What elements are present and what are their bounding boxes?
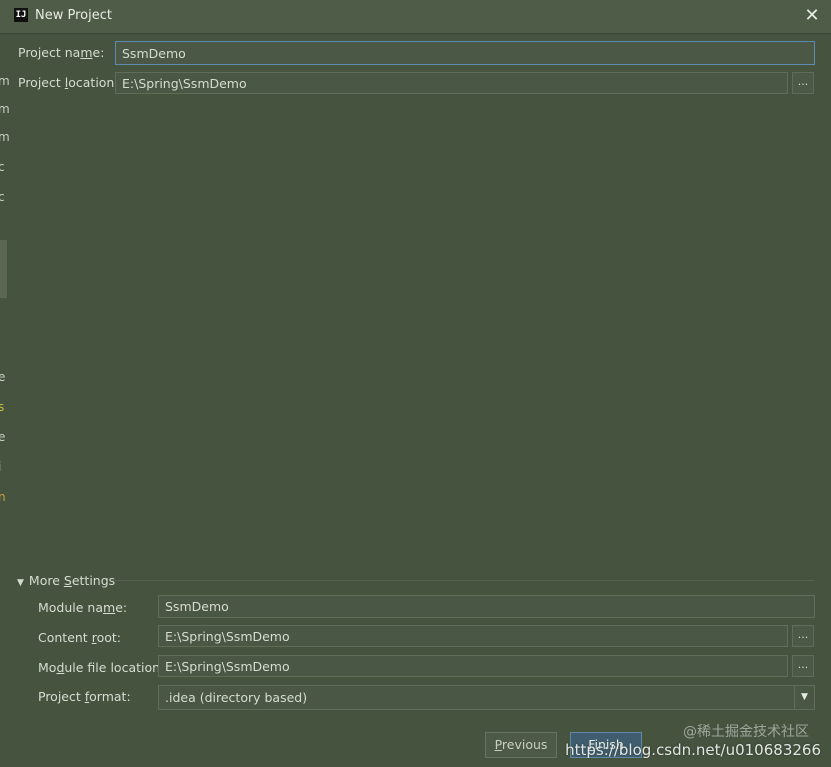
background-text: m	[0, 130, 10, 144]
content-root-label: Content root:	[38, 630, 121, 645]
project-format-value: .idea (directory based)	[165, 690, 308, 705]
module-name-input[interactable]	[158, 595, 815, 618]
more-settings-toggle[interactable]: ▼ More Settings	[17, 573, 115, 588]
project-name-input[interactable]	[115, 41, 815, 65]
background-text: m	[0, 102, 10, 116]
module-file-location-input[interactable]	[158, 655, 788, 677]
collapse-triangle-icon: ▼	[17, 578, 24, 588]
project-name-label: Project name:	[18, 45, 105, 60]
more-settings-divider	[112, 580, 814, 581]
module-name-label: Module name:	[38, 600, 128, 615]
window-title: New Project	[35, 8, 112, 23]
project-location-label: Project location:	[18, 75, 119, 90]
background-text: e	[0, 370, 6, 384]
intellij-app-icon: IJ	[14, 8, 28, 22]
background-text: n	[0, 490, 6, 504]
brand-watermark: @稀土掘金技术社区	[683, 724, 809, 740]
project-format-label: Project format:	[38, 689, 131, 704]
background-text: s	[0, 400, 5, 414]
background-text: c	[0, 160, 5, 174]
background-text: e	[0, 430, 6, 444]
close-icon[interactable]: ✕	[801, 5, 823, 27]
background-text: i	[0, 460, 1, 474]
url-watermark: https://blog.csdn.net/u010683266	[565, 741, 821, 759]
background-window-strip	[0, 240, 7, 298]
background-text: c	[0, 190, 5, 204]
previous-button[interactable]: Previous	[485, 732, 557, 758]
module-file-location-label: Module file location:	[38, 660, 165, 675]
content-root-input[interactable]	[158, 625, 788, 647]
project-location-browse-button[interactable]: ...	[792, 72, 814, 94]
background-text: m	[0, 74, 10, 88]
project-location-input[interactable]	[115, 72, 788, 94]
title-bar: IJ New Project ✕	[0, 0, 831, 34]
content-root-browse-button[interactable]: ...	[792, 625, 814, 647]
dropdown-arrow-icon[interactable]: ▼	[794, 686, 814, 710]
module-file-location-browse-button[interactable]: ...	[792, 655, 814, 677]
project-format-select[interactable]: .idea (directory based) ▼	[158, 685, 815, 710]
